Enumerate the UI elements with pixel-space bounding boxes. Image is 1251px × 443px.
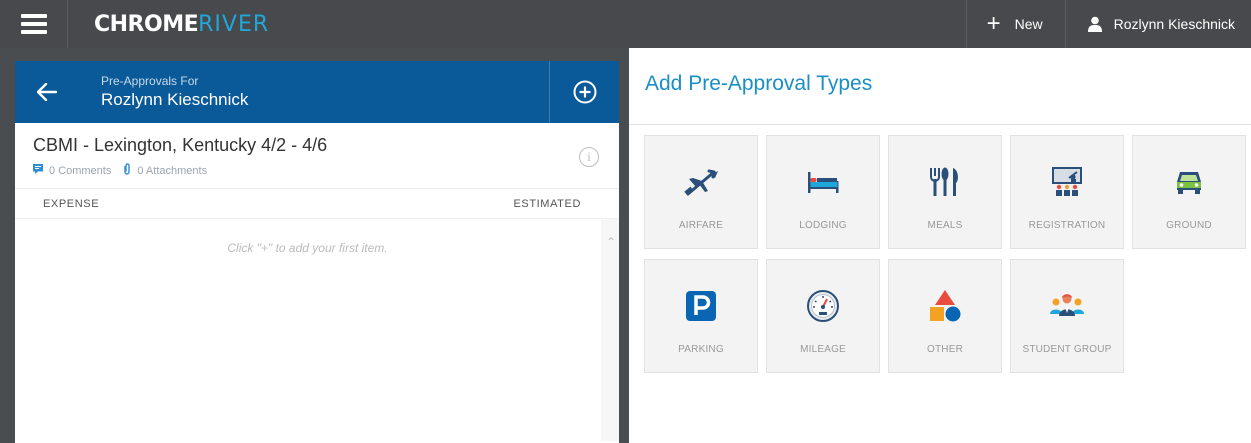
header-owner-name: Rozlynn Kieschnick (101, 90, 249, 109)
pre-approval-types-panel: Add Pre-Approval Types AIRFARE LODGING M… (629, 48, 1251, 443)
report-summary[interactable]: CBMI - Lexington, Kentucky 4/2 - 4/6 0 C… (15, 123, 619, 189)
group-icon (1048, 288, 1086, 324)
paperclip-icon (123, 163, 131, 178)
tile-lodging[interactable]: LODGING (766, 135, 880, 249)
logo-text-chrome: CHROME (94, 11, 199, 37)
tile-parking[interactable]: PARKING (644, 259, 758, 373)
report-title: CBMI - Lexington, Kentucky 4/2 - 4/6 (33, 135, 328, 155)
plus-icon: + (986, 10, 1001, 37)
tile-label: AIRFARE (678, 220, 724, 231)
car-icon (1174, 164, 1204, 200)
plus-circle-icon (573, 80, 596, 104)
utensils-icon (929, 164, 961, 200)
hamburger-menu-button[interactable] (0, 0, 68, 48)
tile-label: PARKING (678, 344, 724, 355)
scrollbar[interactable]: ⌃ (601, 219, 619, 441)
top-bar: CHROMERIVER + New Rozlynn Kieschnick (0, 0, 1251, 48)
user-menu-button[interactable]: Rozlynn Kieschnick (1064, 0, 1251, 48)
user-icon (1087, 16, 1102, 32)
tile-registration[interactable]: REGISTRATION (1010, 135, 1124, 249)
shapes-icon (928, 288, 962, 324)
new-button[interactable]: + New (965, 0, 1065, 48)
empty-list-message: Click "+" to add your first item. (227, 241, 388, 255)
header-subtitle: Pre-Approvals For (101, 74, 199, 88)
tile-label: MILEAGE (800, 344, 846, 355)
divider (629, 124, 1251, 125)
tile-mileage[interactable]: MILEAGE (766, 259, 880, 373)
add-item-button[interactable] (549, 61, 619, 123)
expense-list: Click "+" to add your first item. ⌃ (15, 219, 619, 441)
scroll-up-icon[interactable]: ⌃ (606, 235, 616, 249)
column-headers: EXPENSE ESTIMATED (15, 189, 619, 219)
pre-approval-report-panel: Pre-Approvals For Rozlynn Kieschnick CBM… (15, 61, 619, 443)
tile-student-group[interactable]: STUDENT GROUP (1010, 259, 1124, 373)
tile-meals[interactable]: MEALS (888, 135, 1002, 249)
hamburger-icon (20, 14, 47, 34)
comments-count[interactable]: 0 Comments (49, 165, 111, 177)
bed-icon (806, 164, 840, 200)
column-estimated: ESTIMATED (513, 197, 581, 210)
logo-text-river: RIVER (198, 11, 270, 37)
registration-icon (1050, 164, 1084, 200)
panel-title: Add Pre-Approval Types (645, 72, 873, 95)
arrow-left-icon (37, 83, 57, 101)
tile-label: LODGING (799, 220, 847, 231)
column-expense: EXPENSE (43, 197, 100, 210)
tile-label: MEALS (927, 220, 963, 231)
chrome-river-logo[interactable]: CHROMERIVER (94, 12, 269, 37)
panel-header: Pre-Approvals For Rozlynn Kieschnick (15, 61, 619, 123)
tile-airfare[interactable]: AIRFARE (644, 135, 758, 249)
info-icon[interactable]: i (579, 147, 599, 167)
airplane-icon (684, 164, 718, 200)
tile-label: OTHER (927, 344, 963, 355)
tile-label: GROUND (1166, 220, 1212, 231)
parking-icon (685, 288, 717, 324)
tile-other[interactable]: OTHER (888, 259, 1002, 373)
user-name: Rozlynn Kieschnick (1113, 16, 1235, 32)
tile-ground[interactable]: GROUND (1132, 135, 1246, 249)
speedometer-icon (806, 288, 840, 324)
new-label: New (1014, 16, 1043, 32)
tile-label: STUDENT GROUP (1022, 344, 1112, 355)
tile-label: REGISTRATION (1028, 220, 1106, 231)
back-button[interactable] (15, 61, 79, 123)
attachments-count[interactable]: 0 Attachments (137, 165, 207, 177)
comment-icon (33, 164, 43, 177)
